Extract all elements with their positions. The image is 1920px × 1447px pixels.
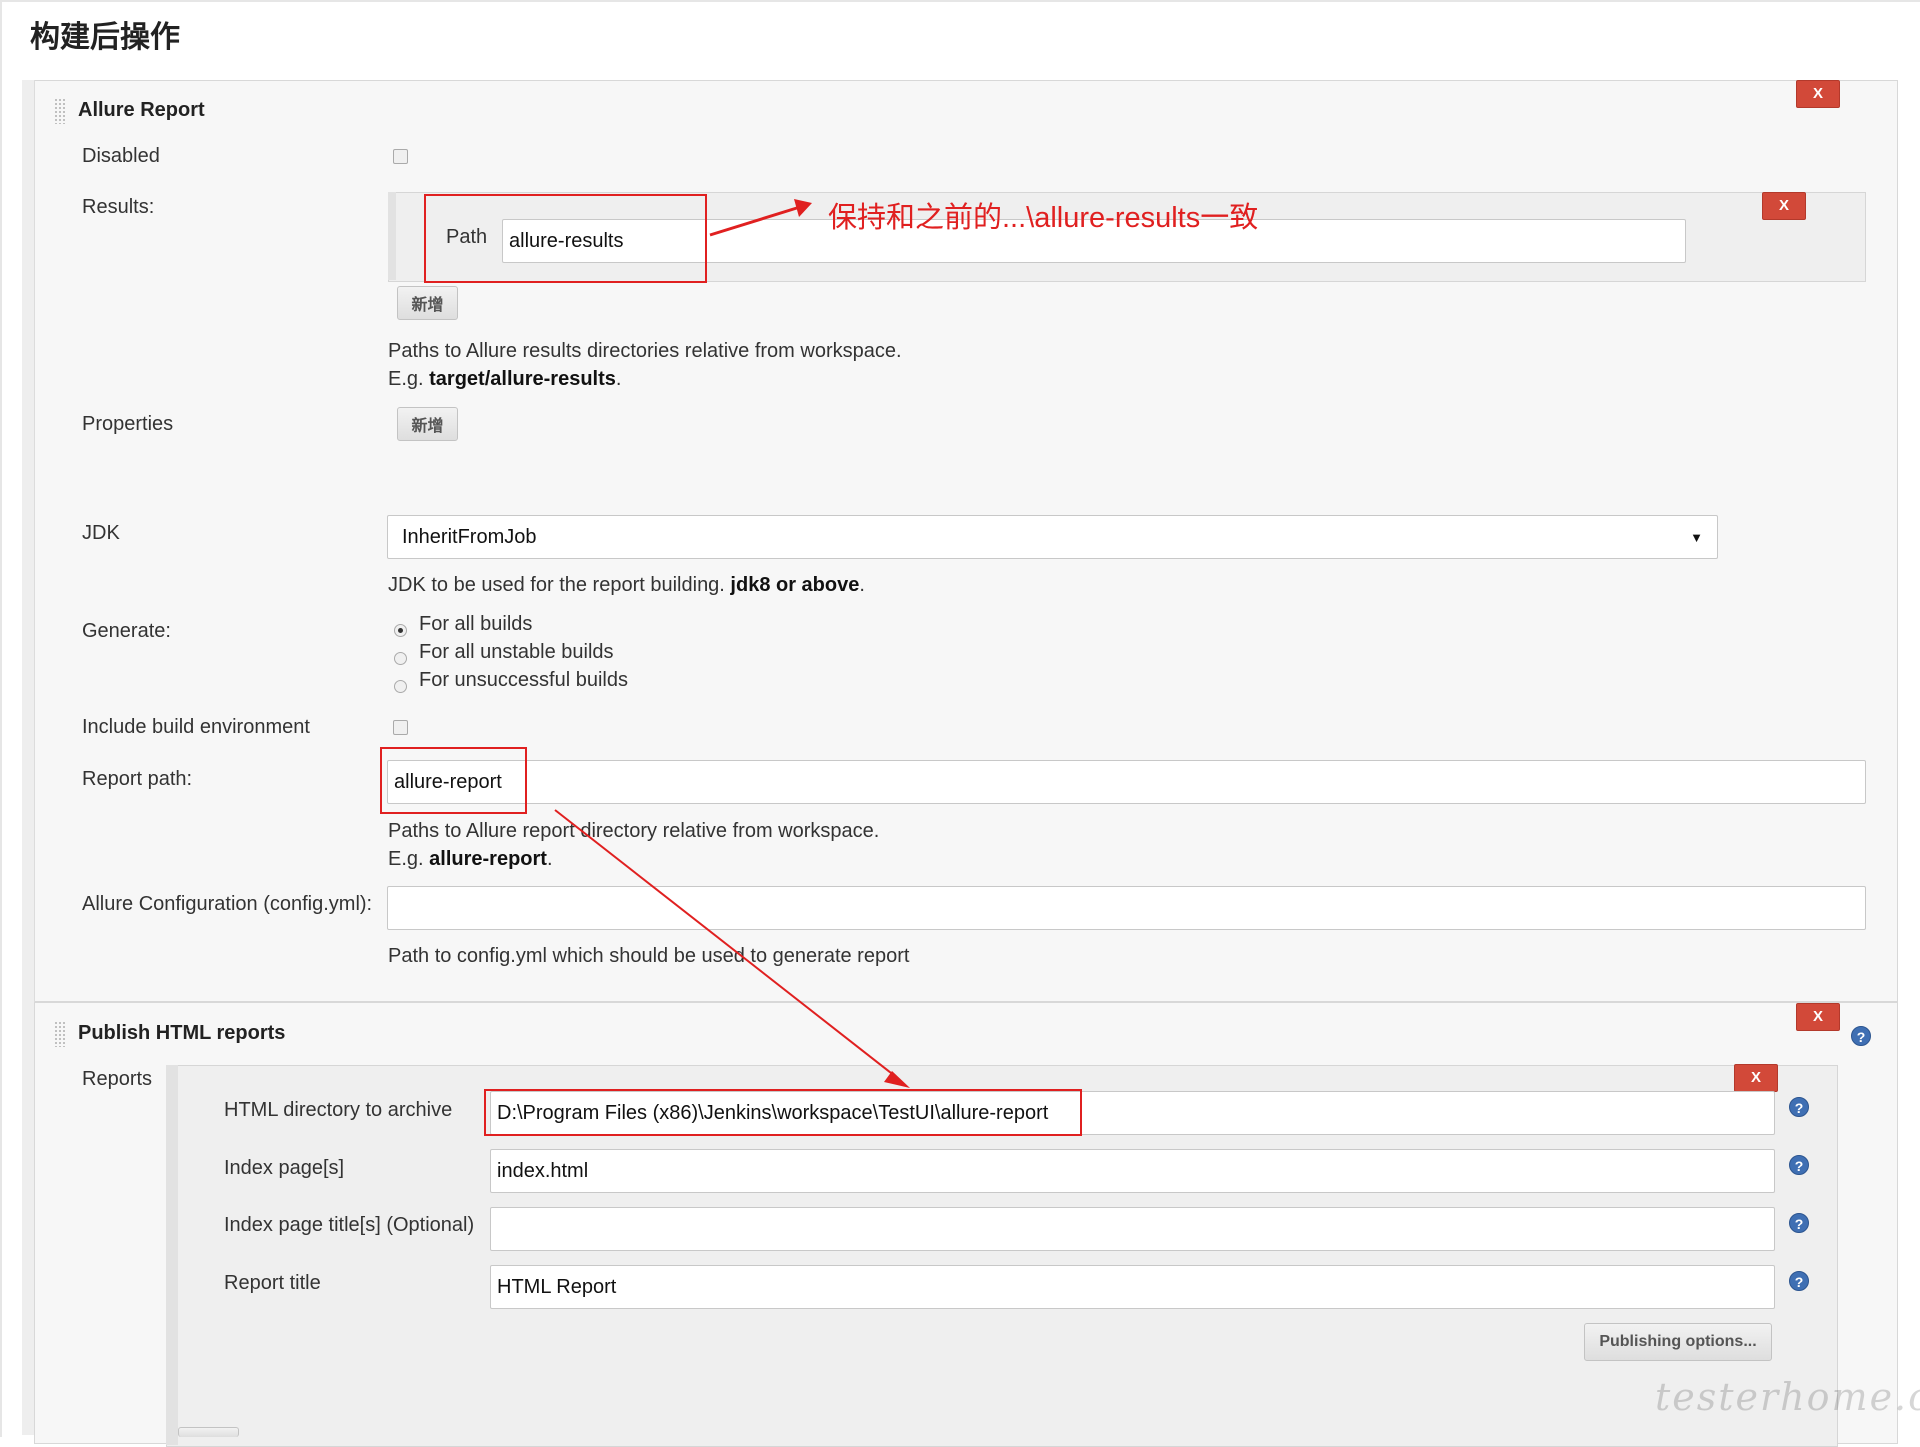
highlight-box-report-path — [380, 747, 527, 814]
annotation-text: 保持和之前的...\allure-results一致 — [828, 202, 1259, 234]
section-title: 构建后操作 — [30, 21, 180, 54]
include-env-label: Include build environment — [82, 716, 310, 738]
help-icon[interactable]: ? — [1851, 1026, 1871, 1046]
jdk-select[interactable]: InheritFromJob ▼ — [387, 515, 1718, 559]
properties-label: Properties — [82, 413, 174, 435]
add-property-button[interactable]: 新增 — [397, 407, 458, 441]
config-label: Allure Configuration (config.yml): — [82, 893, 373, 915]
index-title-input[interactable] — [490, 1207, 1775, 1251]
results-help-eg-prefix: E.g. — [388, 368, 430, 390]
help-icon[interactable]: ? — [1789, 1155, 1809, 1175]
index-title-label: Index page title[s] (Optional) — [224, 1214, 475, 1236]
generate-radio-unstable[interactable] — [394, 652, 407, 665]
jdk-select-value: InheritFromJob — [402, 525, 537, 548]
help-icon[interactable]: ? — [1789, 1213, 1809, 1233]
report-help-eg-value: allure-report — [429, 848, 547, 870]
allure-report-title: Allure Report — [78, 99, 205, 121]
remove-report-button[interactable]: X — [1734, 1064, 1778, 1092]
index-pages-label: Index page[s] — [224, 1157, 345, 1179]
results-label: Results: — [82, 196, 155, 218]
disabled-label: Disabled — [82, 145, 160, 167]
publishing-options-button[interactable]: Publishing options... — [1584, 1323, 1772, 1361]
report-path-label: Report path: — [82, 768, 193, 790]
report-path-input[interactable]: allure-report — [387, 760, 1866, 804]
highlight-box-path — [424, 194, 707, 283]
remove-publish-html-button[interactable]: X — [1796, 1003, 1840, 1031]
jdk-label: JDK — [82, 522, 120, 544]
report-title-input[interactable]: HTML Report — [490, 1265, 1775, 1309]
generate-label: Generate: — [82, 620, 171, 642]
index-pages-input[interactable]: index.html — [490, 1149, 1775, 1193]
reports-label: Reports — [82, 1068, 153, 1090]
generate-option-all: For all builds — [419, 613, 533, 635]
generate-option-unstable: For all unstable builds — [419, 641, 614, 663]
report-help-eg-prefix: E.g. — [388, 848, 430, 870]
results-help-eg-suffix: . — [615, 368, 622, 390]
remove-result-path-button[interactable]: X — [1762, 192, 1806, 220]
generate-radio-unsuccessful[interactable] — [394, 680, 407, 693]
help-icon[interactable]: ? — [1789, 1097, 1809, 1117]
jdk-help-bold: jdk8 or above — [730, 574, 860, 596]
generate-radio-all[interactable] — [394, 624, 407, 637]
generate-option-unsuccessful: For unsuccessful builds — [419, 669, 628, 691]
results-help-line1: Paths to Allure results directories rela… — [388, 340, 902, 362]
jdk-help-suffix: . — [859, 574, 865, 596]
report-title-label: Report title — [224, 1272, 321, 1294]
drag-handle-icon[interactable] — [54, 98, 66, 124]
help-icon[interactable]: ? — [1789, 1271, 1809, 1291]
results-help-example: E.g. target/allure-results. — [388, 368, 621, 391]
chevron-down-icon: ▼ — [1690, 529, 1703, 545]
publish-html-title: Publish HTML reports — [78, 1022, 286, 1044]
watermark: testerhome.com — [1655, 1375, 1920, 1419]
annotation-arrow-icon — [554, 809, 910, 1088]
results-gutter — [388, 192, 396, 280]
html-dir-label: HTML directory to archive — [224, 1099, 453, 1121]
add-report-button[interactable] — [178, 1427, 239, 1437]
disabled-checkbox[interactable] — [393, 149, 408, 164]
report-help-example: E.g. allure-report. — [388, 848, 553, 871]
jdk-help: JDK to be used for the report building. … — [388, 574, 865, 597]
jdk-help-prefix: JDK to be used for the report building. — [388, 574, 731, 596]
remove-allure-button[interactable]: X — [1796, 80, 1840, 108]
results-help-eg-value: target/allure-results — [429, 368, 616, 390]
annotation-arrow-icon — [709, 199, 812, 237]
include-env-checkbox[interactable] — [393, 720, 408, 735]
reports-gutter — [166, 1065, 178, 1445]
add-result-button[interactable]: 新增 — [397, 286, 458, 320]
drag-handle-icon[interactable] — [54, 1021, 66, 1047]
